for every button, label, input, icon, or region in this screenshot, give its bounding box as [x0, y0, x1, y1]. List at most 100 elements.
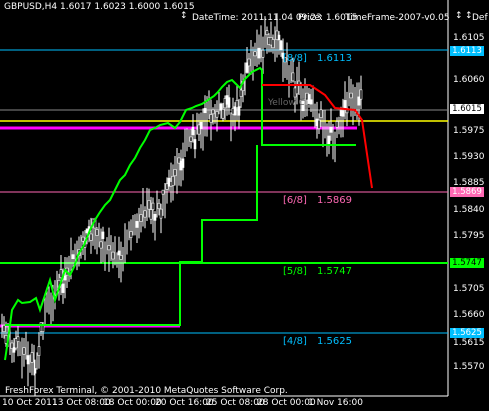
- candle-body: [147, 200, 151, 210]
- level-8-8-tag: [8/8]: [283, 53, 307, 64]
- candle-body: [173, 169, 177, 177]
- candle-body: [10, 342, 14, 349]
- candle-body: [177, 157, 181, 164]
- candle-body: [265, 30, 269, 36]
- candle-body: [30, 352, 34, 363]
- candle-body: [203, 108, 207, 114]
- candle-body: [309, 99, 313, 105]
- price-box-8-8: 1.6113: [450, 46, 484, 56]
- candle-body: [231, 108, 235, 115]
- candle-body: [63, 275, 67, 281]
- candle-body: [221, 109, 225, 119]
- candle-body: [157, 202, 161, 210]
- candle-body: [129, 231, 133, 238]
- indicator-toggle-button-1[interactable]: ↕: [180, 11, 188, 21]
- candle-body: [199, 121, 203, 129]
- candle-body: [179, 160, 183, 171]
- overlay-text: Yellow Cl.: [268, 98, 311, 108]
- indicator-toggle-button-3[interactable]: ↕: [465, 11, 473, 21]
- level-8-8-value: 1.6113: [317, 53, 352, 64]
- candle-body: [343, 100, 347, 109]
- candle-body: [237, 106, 241, 116]
- candle-body: [359, 89, 363, 100]
- y-tick: 1.6105: [453, 33, 485, 43]
- price-box-5-8: 1.5747: [450, 258, 484, 268]
- chart-window[interactable]: GBPUSD,H4 1.6017 1.6023 1.6000 1.6015 Da…: [0, 0, 489, 411]
- copyright-footer: FreshForex Terminal, © 2001-2010 MetaQuo…: [5, 386, 288, 396]
- candle-body: [149, 209, 153, 220]
- candlestick-series: [1, 13, 363, 396]
- candle-body: [26, 355, 30, 365]
- candle-body: [169, 181, 173, 187]
- price-box-4-8: 1.5625: [450, 328, 484, 338]
- candle-body: [291, 72, 295, 82]
- candle-body: [95, 229, 99, 236]
- candle-body: [2, 324, 6, 333]
- candle-body: [253, 51, 257, 57]
- y-tick: 1.5705: [453, 284, 485, 294]
- candle-body: [245, 62, 249, 73]
- candle-body: [211, 109, 215, 115]
- candle-body: [295, 84, 299, 95]
- x-tick: 1 Nov 16:00: [308, 398, 363, 408]
- candle-body: [117, 250, 121, 256]
- candle-body: [225, 95, 229, 105]
- candle-body: [81, 236, 85, 242]
- symbol-info: GBPUSD,H4 1.6017 1.6023 1.6000 1.6015: [4, 2, 195, 12]
- y-tick: 1.5975: [453, 126, 485, 136]
- candle-body: [119, 255, 123, 260]
- candle-body: [99, 241, 103, 249]
- candle-body: [215, 111, 219, 118]
- candle-body: [135, 221, 139, 228]
- level-6-8-value: 1.5869: [317, 195, 352, 206]
- candle-body: [223, 98, 227, 109]
- candle-body: [101, 231, 105, 239]
- candle-body: [247, 58, 251, 67]
- candle-body: [209, 114, 213, 123]
- candle-body: [111, 251, 115, 260]
- candle-body: [161, 189, 165, 195]
- candle-body: [233, 106, 237, 116]
- candle-body: [61, 283, 65, 293]
- candle-body: [85, 228, 89, 234]
- x-tick: 25 Oct 08:00: [206, 398, 265, 408]
- candle-body: [151, 202, 155, 210]
- level-6-8-tag: [6/8]: [283, 195, 307, 206]
- y-tick: 1.5615: [453, 338, 485, 348]
- y-tick: 1.5660: [453, 310, 485, 320]
- indicator-toggle-button-2[interactable]: ↕: [455, 11, 463, 21]
- candle-body: [71, 254, 75, 260]
- candle-body: [159, 208, 163, 219]
- candle-body: [41, 325, 45, 333]
- level-4-8-tag: [4/8]: [283, 336, 307, 347]
- candle-body: [191, 127, 195, 136]
- candle-body: [317, 119, 321, 129]
- candle-body: [341, 110, 345, 117]
- candle-body: [37, 346, 41, 356]
- candle-body: [335, 121, 339, 128]
- level-5-8-value: 1.5747: [317, 266, 352, 277]
- candle-body: [167, 177, 171, 187]
- candle-body: [227, 97, 231, 108]
- candle-body: [89, 233, 93, 241]
- candle-body: [139, 214, 143, 222]
- candle-body: [349, 92, 353, 99]
- x-tick: 13 Oct 08:00: [52, 398, 111, 408]
- y-tick: 1.5570: [453, 362, 485, 372]
- candle-body: [327, 135, 331, 146]
- y-tick: 1.5795: [453, 231, 485, 241]
- timeframe-readout: TimeFrame-2007-v0.05: [345, 13, 450, 23]
- price-chart[interactable]: [0, 0, 489, 411]
- candle-body: [219, 103, 223, 111]
- candle-body: [319, 109, 323, 118]
- x-tick: 10 Oct 2011: [2, 398, 58, 408]
- y-tick: 1.5930: [453, 152, 485, 162]
- price-box-current: 1.6015: [450, 104, 484, 114]
- candle-body: [12, 347, 16, 353]
- candle-body: [33, 368, 37, 374]
- candle-body: [143, 210, 147, 218]
- candle-body: [171, 175, 175, 186]
- candle-body: [261, 49, 265, 58]
- candle-body: [279, 40, 283, 51]
- candle-body: [239, 89, 243, 97]
